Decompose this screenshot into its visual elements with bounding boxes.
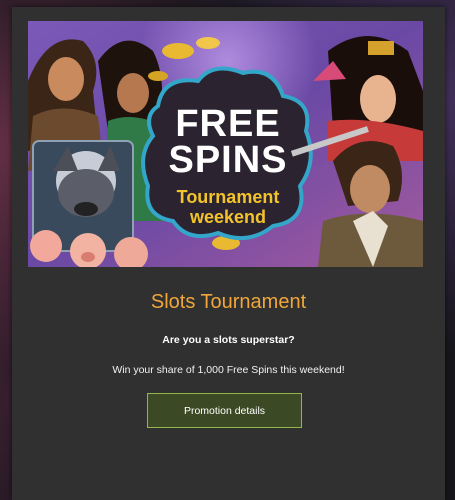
banner-subheadline-weekend: weekend <box>189 207 267 227</box>
promotion-modal: FREE SPINS Tournament weekend Slots Tour… <box>12 7 445 500</box>
banner-headline-spins: SPINS <box>168 139 288 181</box>
promo-title: Slots Tournament <box>150 291 307 313</box>
promo-subtitle: Are you a slots superstar? <box>162 334 295 346</box>
promo-description: Win your share of 1,000 Free Spins this … <box>112 364 345 376</box>
promo-banner-image: FREE SPINS Tournament weekend <box>28 21 423 267</box>
banner-headline-free: FREE <box>175 103 281 145</box>
banner-subheadline-tournament: Tournament <box>176 187 280 207</box>
banner-text-block: FREE SPINS Tournament weekend <box>153 21 303 267</box>
promotion-details-button[interactable]: Promotion details <box>147 393 302 428</box>
